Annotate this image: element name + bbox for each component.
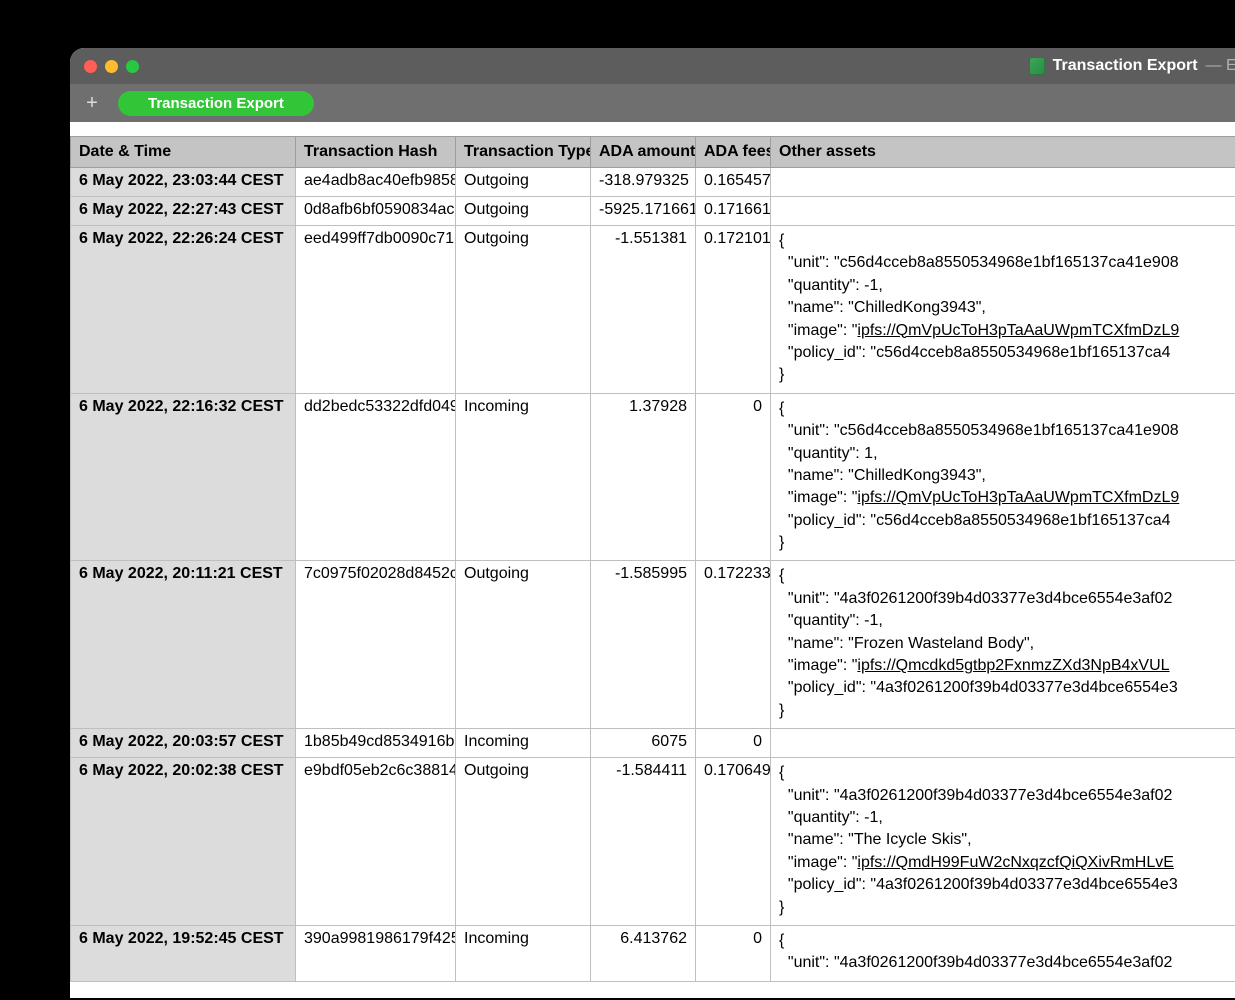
- minimize-icon[interactable]: [105, 60, 118, 73]
- header-fees[interactable]: ADA fees: [696, 137, 771, 168]
- cell-fees[interactable]: 0.172101: [696, 226, 771, 394]
- add-tab-button[interactable]: +: [80, 91, 104, 115]
- table-row[interactable]: 6 May 2022, 20:03:57 CEST1b85b49cd853491…: [71, 729, 1235, 758]
- cell-fees[interactable]: 0.172233: [696, 561, 771, 729]
- cell-type[interactable]: Outgoing: [456, 226, 591, 394]
- window-title: Transaction Export: [1053, 57, 1198, 75]
- window-edited-label: — Edited: [1206, 57, 1235, 75]
- cell-type[interactable]: Incoming: [456, 393, 591, 561]
- header-hash[interactable]: Transaction Hash: [296, 137, 456, 168]
- cell-fees[interactable]: 0: [696, 393, 771, 561]
- cell-hash[interactable]: dd2bedc53322dfd049: [296, 393, 456, 561]
- cell-assets[interactable]: [771, 197, 1235, 226]
- cell-hash[interactable]: e9bdf05eb2c6c38814: [296, 758, 456, 926]
- cell-date[interactable]: 6 May 2022, 19:52:45 CEST: [71, 925, 296, 981]
- cell-date[interactable]: 6 May 2022, 22:27:43 CEST: [71, 197, 296, 226]
- cell-hash[interactable]: eed499ff7db0090c71: [296, 226, 456, 394]
- cell-amount[interactable]: 1.37928: [591, 393, 696, 561]
- cell-amount[interactable]: -1.585995: [591, 561, 696, 729]
- cell-amount[interactable]: -318.979325: [591, 168, 696, 197]
- table-row[interactable]: 6 May 2022, 20:02:38 CESTe9bdf05eb2c6c38…: [71, 758, 1235, 926]
- cell-type[interactable]: Outgoing: [456, 758, 591, 926]
- ipfs-link[interactable]: ipfs://QmVpUcToH3pTaAaUWpmTCXfmDzL9: [857, 489, 1179, 506]
- close-icon[interactable]: [84, 60, 97, 73]
- cell-fees[interactable]: 0: [696, 729, 771, 758]
- table-row[interactable]: 6 May 2022, 22:16:32 CESTdd2bedc53322dfd…: [71, 393, 1235, 561]
- cell-amount[interactable]: -1.551381: [591, 226, 696, 394]
- table-row[interactable]: 6 May 2022, 23:03:44 CESTae4adb8ac40efb9…: [71, 168, 1235, 197]
- cell-date[interactable]: 6 May 2022, 22:26:24 CEST: [71, 226, 296, 394]
- cell-assets[interactable]: { "unit": "4a3f0261200f39b4d03377e3d4bce…: [771, 758, 1235, 926]
- tab-transaction-export[interactable]: Transaction Export: [118, 91, 314, 116]
- cell-fees[interactable]: 0.170649: [696, 758, 771, 926]
- cell-fees[interactable]: 0.165457: [696, 168, 771, 197]
- cell-assets[interactable]: { "unit": "c56d4cceb8a8550534968e1bf1651…: [771, 226, 1235, 394]
- cell-fees[interactable]: 0: [696, 925, 771, 981]
- header-amount[interactable]: ADA amount: [591, 137, 696, 168]
- cell-hash[interactable]: 0d8afb6bf0590834ac: [296, 197, 456, 226]
- spreadsheet-area: Date & Time Transaction Hash Transaction…: [70, 122, 1235, 982]
- header-type[interactable]: Transaction Type: [456, 137, 591, 168]
- document-icon: [1029, 57, 1045, 75]
- cell-assets[interactable]: { "unit": "c56d4cceb8a8550534968e1bf1651…: [771, 393, 1235, 561]
- header-date[interactable]: Date & Time: [71, 137, 296, 168]
- cell-hash[interactable]: 390a9981986179f425: [296, 925, 456, 981]
- cell-assets[interactable]: { "unit": "4a3f0261200f39b4d03377e3d4bce…: [771, 561, 1235, 729]
- cell-type[interactable]: Outgoing: [456, 197, 591, 226]
- cell-fees[interactable]: 0.171661: [696, 197, 771, 226]
- table-row[interactable]: 6 May 2022, 20:11:21 CEST7c0975f02028d84…: [71, 561, 1235, 729]
- ipfs-link[interactable]: ipfs://QmVpUcToH3pTaAaUWpmTCXfmDzL9: [857, 322, 1179, 339]
- window-controls: [84, 60, 139, 73]
- app-window: Transaction Export — Edited + Transactio…: [70, 48, 1235, 998]
- window-titlebar: Transaction Export — Edited: [70, 48, 1235, 84]
- cell-hash[interactable]: ae4adb8ac40efb9858: [296, 168, 456, 197]
- ipfs-link[interactable]: ipfs://QmdH99FuW2cNxqzcfQiQXivRmHLvE: [857, 854, 1174, 871]
- table-row[interactable]: 6 May 2022, 22:26:24 CESTeed499ff7db0090…: [71, 226, 1235, 394]
- cell-amount[interactable]: 6.413762: [591, 925, 696, 981]
- plus-icon: +: [86, 92, 98, 115]
- cell-hash[interactable]: 7c0975f02028d8452c: [296, 561, 456, 729]
- table-row[interactable]: 6 May 2022, 19:52:45 CEST390a9981986179f…: [71, 925, 1235, 981]
- table-header-row: Date & Time Transaction Hash Transaction…: [71, 137, 1235, 168]
- cell-type[interactable]: Incoming: [456, 925, 591, 981]
- cell-date[interactable]: 6 May 2022, 20:03:57 CEST: [71, 729, 296, 758]
- cell-amount[interactable]: 6075: [591, 729, 696, 758]
- tab-label: Transaction Export: [148, 95, 284, 112]
- cell-date[interactable]: 6 May 2022, 22:16:32 CEST: [71, 393, 296, 561]
- maximize-icon[interactable]: [126, 60, 139, 73]
- header-assets[interactable]: Other assets: [771, 137, 1235, 168]
- transactions-table: Date & Time Transaction Hash Transaction…: [70, 136, 1235, 982]
- tab-bar: + Transaction Export: [70, 84, 1235, 122]
- cell-hash[interactable]: 1b85b49cd8534916b: [296, 729, 456, 758]
- cell-amount[interactable]: -1.584411: [591, 758, 696, 926]
- cell-assets[interactable]: { "unit": "4a3f0261200f39b4d03377e3d4bce…: [771, 925, 1235, 981]
- table-row[interactable]: 6 May 2022, 22:27:43 CEST0d8afb6bf059083…: [71, 197, 1235, 226]
- cell-assets[interactable]: [771, 168, 1235, 197]
- ipfs-link[interactable]: ipfs://Qmcdkd5gtbp2FxnmzZXd3NpB4xVUL: [857, 657, 1169, 674]
- cell-assets[interactable]: [771, 729, 1235, 758]
- cell-type[interactable]: Outgoing: [456, 168, 591, 197]
- cell-type[interactable]: Outgoing: [456, 561, 591, 729]
- cell-type[interactable]: Incoming: [456, 729, 591, 758]
- cell-date[interactable]: 6 May 2022, 20:11:21 CEST: [71, 561, 296, 729]
- cell-date[interactable]: 6 May 2022, 23:03:44 CEST: [71, 168, 296, 197]
- cell-date[interactable]: 6 May 2022, 20:02:38 CEST: [71, 758, 296, 926]
- cell-amount[interactable]: -5925.171661: [591, 197, 696, 226]
